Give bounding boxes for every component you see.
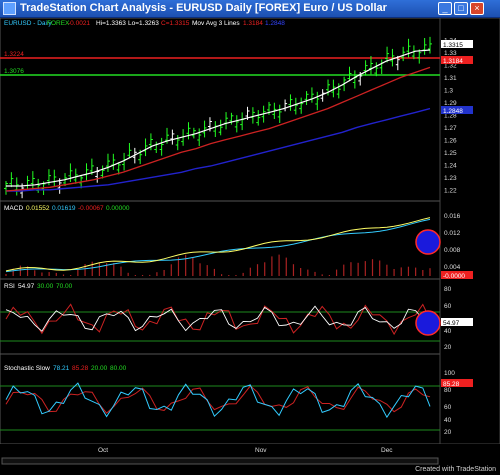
macd-tick: 0.012: [444, 230, 461, 237]
rsi-tick: 60: [444, 303, 452, 310]
footer: Created with TradeStation: [0, 466, 500, 475]
chart-area[interactable]: EURUSD - Daily FOREX -0.0021 Hi=1.3363 L…: [0, 18, 500, 466]
rsi-tick: 80: [444, 286, 452, 293]
ma-slow-value: 1.2848: [265, 20, 285, 27]
last-price-text: 1.3315: [443, 42, 463, 49]
macd-highlight-circle: [415, 229, 441, 255]
price-tick: 1.27: [444, 125, 457, 132]
x-label-oct: Oct: [98, 447, 108, 454]
macd-panel[interactable]: [0, 200, 441, 280]
x-label-dec: Dec: [381, 447, 393, 454]
stoch-last-text: 85.28: [443, 381, 460, 388]
study-label: Mov Avg 3 Lines: [192, 20, 240, 27]
price-tick: 1.31: [444, 75, 457, 82]
price-tick: 1.24: [444, 162, 457, 169]
blue-price-text: 1.2848: [443, 108, 463, 115]
price-tick: 1.22: [444, 187, 457, 194]
rsi-value-2: 30.00: [37, 283, 54, 290]
rsi-last-text: 54.97: [443, 320, 460, 327]
macd-label: MACD: [4, 205, 23, 212]
rsi-label: RSI: [4, 283, 15, 290]
rsi-value-3: 70.00: [56, 283, 73, 290]
exchange-label: FOREX: [47, 20, 70, 27]
rsi-tick: 20: [444, 344, 452, 351]
macd-tick: 0.004: [444, 264, 461, 271]
macd-value-3: -0.00067: [78, 205, 104, 212]
macd-tick: 0.008: [444, 247, 461, 254]
high-value: Hi=1.3363: [96, 20, 126, 27]
app-icon: [3, 2, 16, 15]
low-value: Lo=1.3263: [128, 20, 159, 27]
price-tick: 1.23: [444, 175, 457, 182]
rsi-highlight-circle: [415, 310, 441, 336]
stoch-value-2: 85.28: [72, 365, 89, 372]
ma-mid-value: 1.3184: [243, 20, 263, 27]
symbol-label: EURUSD - Daily: [4, 20, 52, 27]
price-panel[interactable]: [0, 18, 441, 202]
close-value: C=1.3315: [161, 20, 190, 27]
red-price-text: 1.3184: [443, 58, 463, 65]
support-label: 1.3076: [4, 68, 24, 75]
stoch-value-4: 80.00: [110, 365, 127, 372]
price-tick: 1.33: [444, 50, 457, 57]
macd-value-4: 0.00000: [106, 205, 130, 212]
price-tick: 1.26: [444, 137, 457, 144]
rsi-value-1: 54.97: [18, 283, 35, 290]
maximize-button[interactable]: □: [454, 2, 468, 15]
credit-text: Created with TradeStation: [415, 466, 496, 473]
price-tick: 1.3: [444, 87, 453, 94]
stoch-tick: 80: [444, 387, 452, 394]
change-value: -0.0021: [68, 20, 90, 27]
resistance-label: 1.3224: [4, 51, 24, 58]
stoch-tick: 20: [444, 429, 452, 436]
stoch-tick: 60: [444, 404, 452, 411]
horizontal-scrollbar[interactable]: [1, 457, 439, 465]
title-bar: TradeStation Chart Analysis - EURUSD Dai…: [0, 0, 500, 18]
x-label-nov: Nov: [255, 447, 267, 454]
minimize-button[interactable]: _: [438, 2, 452, 15]
macd-value-1: 0.01552: [26, 205, 50, 212]
macd-last-text: -0.0000: [443, 273, 465, 280]
stoch-label: Stochastic Slow: [4, 365, 50, 372]
window-title: TradeStation Chart Analysis - EURUSD Dai…: [20, 2, 387, 14]
stoch-value-1: 78.21: [53, 365, 70, 372]
close-button[interactable]: ×: [470, 2, 484, 15]
rsi-tick: 40: [444, 328, 452, 335]
macd-tick: 0.016: [444, 213, 461, 220]
price-tick: 1.25: [444, 150, 457, 157]
stoch-tick: 100: [444, 370, 455, 377]
stoch-tick: 40: [444, 417, 452, 424]
price-tick: 1.29: [444, 100, 457, 107]
rsi-panel[interactable]: [0, 278, 441, 355]
stoch-value-3: 20.00: [91, 365, 108, 372]
macd-value-2: 0.01619: [52, 205, 76, 212]
